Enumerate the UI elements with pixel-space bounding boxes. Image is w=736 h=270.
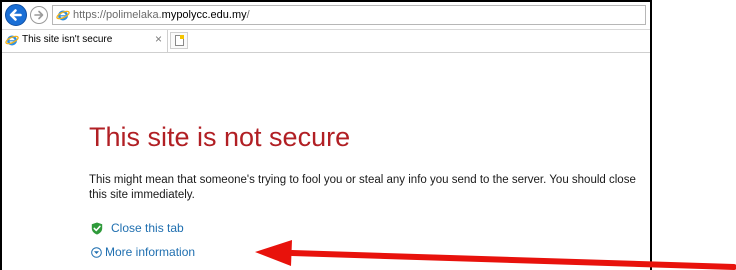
tab-title: This site isn't secure <box>22 34 113 45</box>
url-text: https://polimelaka.mypolycc.edu.my/ <box>73 9 250 21</box>
address-bar: https://polimelaka.mypolycc.edu.my/ <box>2 2 650 30</box>
close-tab-label: Close this tab <box>111 221 184 235</box>
expand-chevron-icon <box>91 247 102 258</box>
forward-arrow-icon <box>34 10 44 20</box>
more-information-link[interactable]: More information <box>91 245 195 259</box>
tab-active[interactable]: This site isn't secure × <box>2 30 168 52</box>
new-tab-icon <box>175 35 184 46</box>
new-tab-button[interactable] <box>170 32 188 49</box>
url-suffix: / <box>246 9 250 21</box>
forward-button[interactable] <box>30 6 48 24</box>
page-title: This site is not secure <box>89 122 351 152</box>
tab-bar: This site isn't secure × <box>2 30 650 53</box>
browser-window: https://polimelaka.mypolycc.edu.my/ This… <box>0 0 652 270</box>
url-prefix: https://polimelaka. <box>73 9 162 21</box>
url-field[interactable]: https://polimelaka.mypolycc.edu.my/ <box>52 5 646 25</box>
shield-check-icon <box>91 222 103 235</box>
internet-explorer-icon <box>56 10 70 21</box>
back-button[interactable] <box>5 4 27 26</box>
more-information-label: More information <box>105 245 196 259</box>
close-tab-link[interactable]: Close this tab <box>91 221 184 235</box>
tab-close-button[interactable]: × <box>155 32 162 46</box>
back-arrow-icon <box>9 9 22 21</box>
internet-explorer-icon <box>5 35 19 46</box>
page-description: This might mean that someone's trying to… <box>89 174 636 201</box>
url-host: mypolycc.edu.my <box>161 9 247 21</box>
